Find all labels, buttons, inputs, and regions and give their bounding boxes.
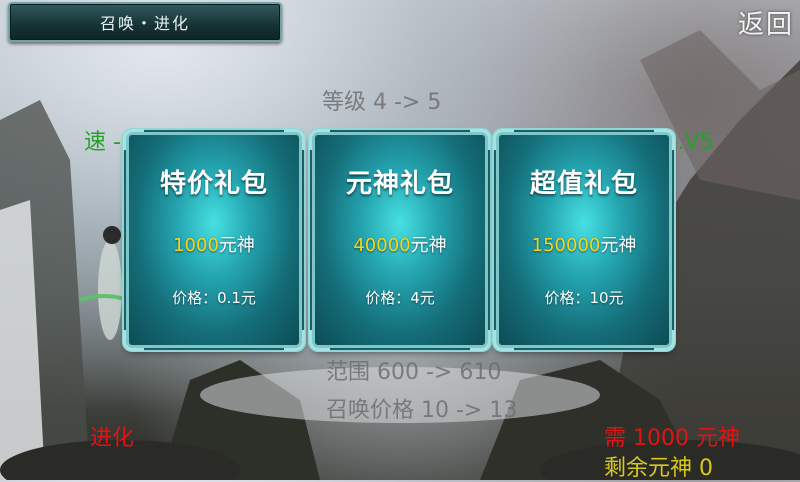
- package-amount-number: 150000: [531, 235, 601, 256]
- package-amount-unit: 元神: [218, 235, 255, 256]
- package-amount-unit: 元神: [600, 235, 637, 256]
- package-name: 特价礼包: [159, 169, 268, 199]
- package-amount-number: 1000: [173, 235, 219, 256]
- package-amount-number: 40000: [353, 235, 411, 256]
- range-text: 范围 600 -> 610: [326, 360, 502, 385]
- package-price: 价格：0.1元: [172, 289, 256, 307]
- back-button[interactable]: 返回: [738, 4, 794, 41]
- package-amount-unit: 元神: [410, 235, 447, 256]
- evolve-button[interactable]: 进化: [90, 420, 134, 452]
- package-amount: 1000元神: [129, 231, 299, 257]
- title-bar: 召唤・进化: [8, 2, 282, 42]
- level-text: 等级 4 -> 5: [322, 90, 442, 115]
- package-price: 价格：4元: [365, 289, 435, 307]
- package-name: 超值礼包: [529, 169, 638, 199]
- need-cost-text: 需 1000 元神: [604, 426, 740, 451]
- package-amount: 150000元神: [499, 231, 669, 257]
- package-card-special[interactable]: 特价礼包 1000元神 价格：0.1元: [123, 129, 305, 351]
- summon-price-text: 召唤价格 10 -> 13: [326, 398, 518, 423]
- package-card-value[interactable]: 超值礼包 150000元神 价格：10元: [493, 129, 675, 351]
- package-card-yuanshen[interactable]: 元神礼包 40000元神 价格：4元: [309, 129, 491, 351]
- remaining-yuanshen-text: 剩余元神 0: [604, 456, 713, 481]
- package-amount: 40000元神: [315, 231, 485, 257]
- page-title: 召唤・进化: [99, 14, 190, 33]
- package-price: 价格：10元: [544, 289, 624, 307]
- package-name: 元神礼包: [345, 169, 454, 199]
